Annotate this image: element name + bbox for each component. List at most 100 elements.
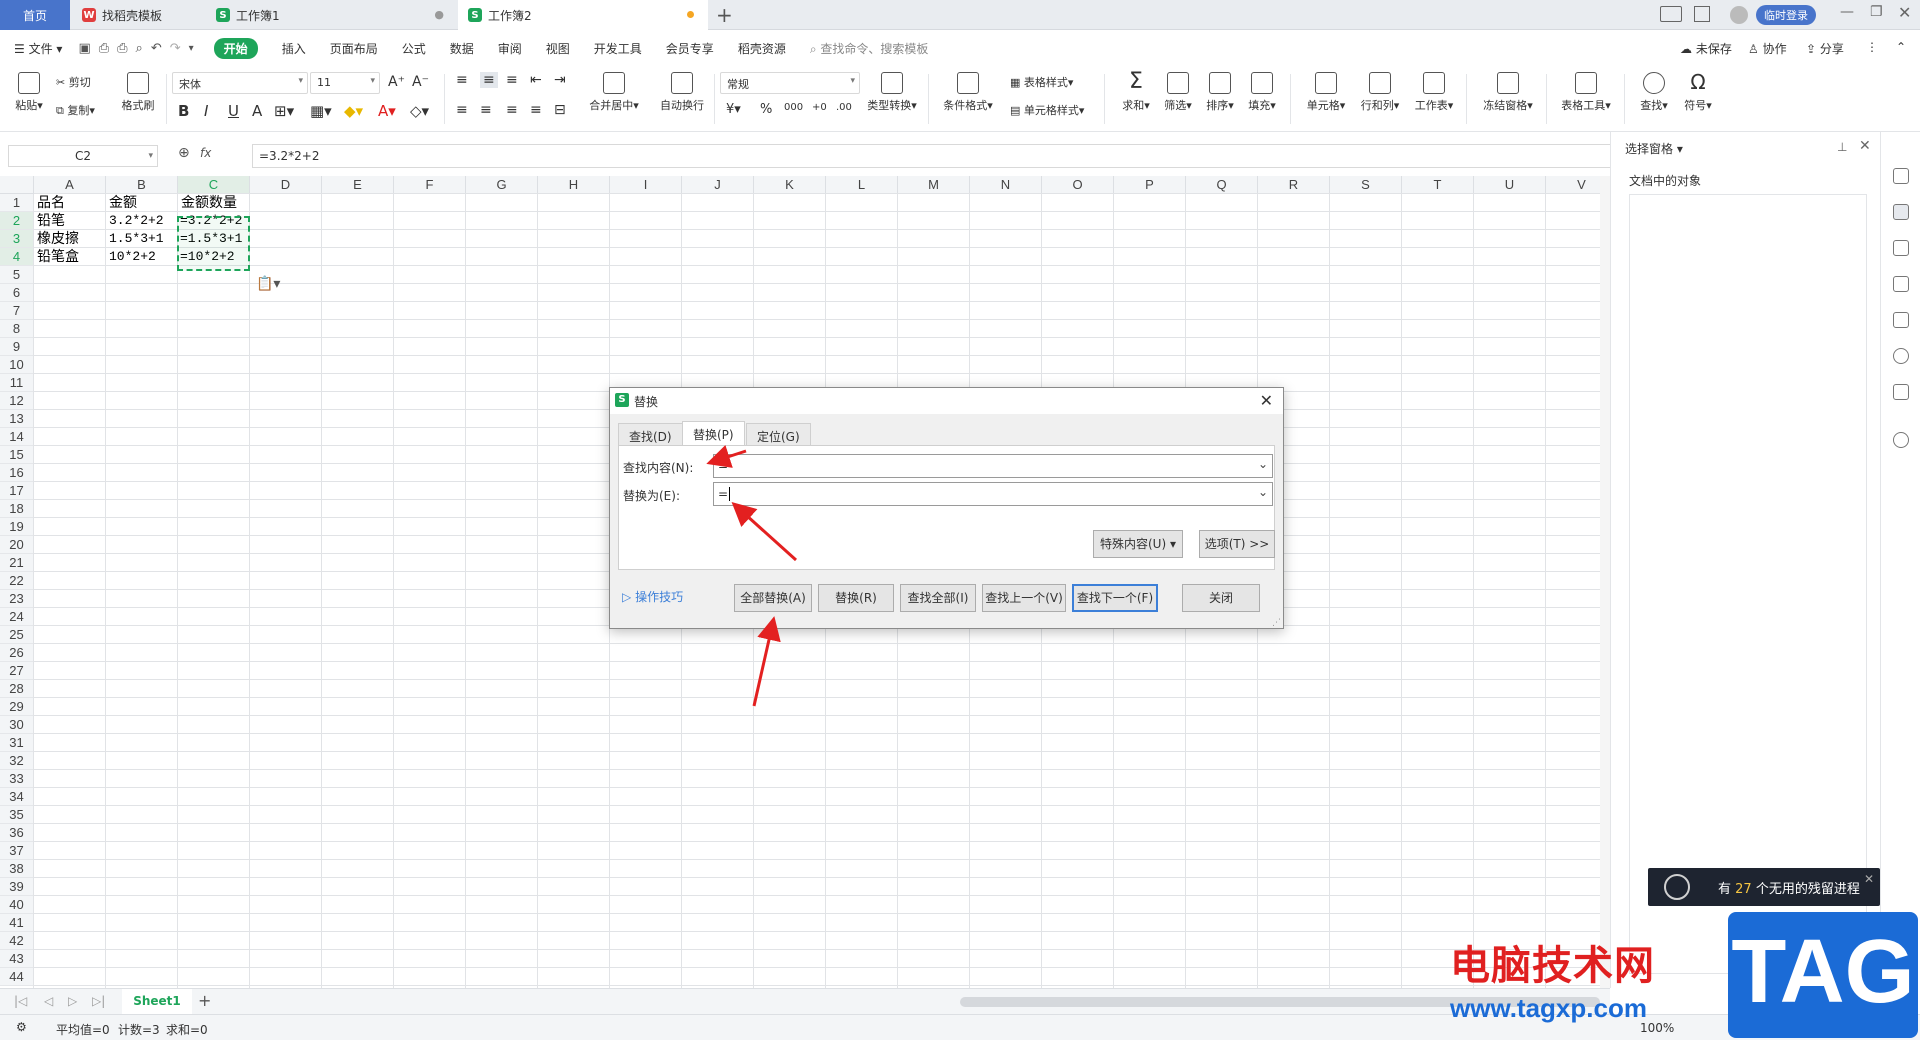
collapse-ribbon-icon[interactable]: ⌃ (1896, 40, 1906, 54)
freeze-panes-button[interactable]: 冻结窗格▾ (1480, 72, 1536, 113)
conditional-format-button[interactable]: 条件格式▾ (940, 72, 996, 113)
find-button[interactable]: 查找▾ (1636, 72, 1672, 113)
close-icon[interactable]: ✕ (1864, 872, 1874, 886)
selection-pane-title[interactable]: 选择窗格 ▾ (1625, 140, 1683, 157)
italic-icon[interactable]: I (204, 102, 208, 120)
redo-icon[interactable]: ↷ (170, 41, 181, 56)
paste-options-icon[interactable]: 📋▾ (256, 276, 280, 292)
distributed-icon[interactable]: ⊟ (554, 102, 566, 118)
column-header[interactable]: C (178, 176, 250, 194)
font-color-icon[interactable]: A▾ (378, 102, 396, 120)
last-sheet-icon[interactable]: ▷| (92, 994, 105, 1008)
column-header[interactable]: M (898, 176, 970, 194)
column-header[interactable]: I (610, 176, 682, 194)
align-top-icon[interactable]: ≡ (456, 72, 468, 88)
tab-workbook2[interactable]: S 工作簿2 (458, 0, 708, 30)
type-convert-button[interactable]: 类型转换▾ (864, 72, 920, 113)
row-header[interactable]: 14 (0, 428, 34, 446)
cell-a4[interactable]: 铅笔盒 (34, 248, 79, 266)
minimize-icon[interactable]: — (1840, 4, 1854, 20)
row-header[interactable]: 4 (0, 248, 34, 266)
row-header[interactable]: 6 (0, 284, 34, 302)
merge-center-button[interactable]: 合并居中▾ (586, 72, 642, 113)
row-header[interactable]: 25 (0, 626, 34, 644)
menu-data[interactable]: 数据 (450, 40, 474, 57)
decrease-decimal-icon[interactable]: .00 (836, 102, 852, 113)
format-painter-button[interactable]: 格式刷 (118, 72, 158, 113)
column-header[interactable]: E (322, 176, 394, 194)
sheet-tab-sheet1[interactable]: Sheet1 (122, 989, 192, 1014)
objects-list[interactable] (1629, 194, 1867, 974)
row-header[interactable]: 38 (0, 860, 34, 878)
percent-icon[interactable]: % (760, 102, 772, 117)
row-header[interactable]: 15 (0, 446, 34, 464)
paste-button[interactable]: 粘贴▾ (12, 72, 46, 113)
vertical-scrollbar[interactable] (1600, 176, 1610, 988)
column-header[interactable]: F (394, 176, 466, 194)
unsaved-status[interactable]: ☁ 未保存 (1680, 40, 1732, 57)
row-header[interactable]: 3 (0, 230, 34, 248)
quick-access-dropdown-icon[interactable]: ▾ (189, 43, 194, 54)
column-header[interactable]: H (538, 176, 610, 194)
new-tab-icon[interactable]: + (716, 3, 733, 27)
cell-a1[interactable]: 品名 (34, 194, 65, 212)
properties-icon[interactable] (1893, 168, 1909, 184)
formula-input[interactable]: =3.2*2+2 (252, 144, 1612, 168)
font-family-select[interactable]: 宋体 (172, 72, 308, 94)
column-header[interactable]: G (466, 176, 538, 194)
align-left-icon[interactable]: ≡ (456, 102, 468, 118)
row-header[interactable]: 39 (0, 878, 34, 896)
row-header[interactable]: 11 (0, 374, 34, 392)
increase-font-icon[interactable]: A⁺ (388, 74, 405, 90)
align-right-icon[interactable]: ≡ (506, 102, 518, 118)
restore-icon[interactable]: ❐ (1870, 4, 1883, 20)
number-format-select[interactable]: 常规 (720, 72, 860, 94)
wrap-text-button[interactable]: 自动换行 (654, 72, 710, 113)
row-header[interactable]: 28 (0, 680, 34, 698)
cell-c1[interactable]: 金额数量 (178, 194, 237, 212)
fill-pattern-icon[interactable]: ▦▾ (310, 102, 332, 120)
table-tools-button[interactable]: 表格工具▾ (1558, 72, 1614, 113)
table-style-button[interactable]: ▦ 表格样式▾ (1010, 74, 1073, 90)
sort-button[interactable]: 排序▾ (1202, 72, 1238, 113)
menu-page-layout[interactable]: 页面布局 (330, 40, 378, 57)
symbol-button[interactable]: Ω 符号▾ (1680, 72, 1716, 113)
next-sheet-icon[interactable]: ▷ (68, 994, 77, 1008)
zoom-search-icon[interactable]: ⊕ (178, 145, 190, 161)
tab-find[interactable]: 查找(D) (618, 423, 683, 445)
row-col-button[interactable]: 行和列▾ (1358, 72, 1402, 113)
find-input[interactable]: = ⌄ (713, 454, 1273, 478)
column-header[interactable]: N (970, 176, 1042, 194)
underline-icon[interactable]: U (228, 102, 239, 120)
close-icon[interactable]: ✕ (1260, 391, 1273, 410)
tab-replace[interactable]: 替换(P) (682, 421, 745, 446)
undo-icon[interactable]: ↶ (151, 41, 162, 56)
align-bottom-icon[interactable]: ≡ (506, 72, 518, 88)
row-header[interactable]: 22 (0, 572, 34, 590)
row-header[interactable]: 2 (0, 212, 34, 230)
row-header[interactable]: 37 (0, 842, 34, 860)
prev-sheet-icon[interactable]: ◁ (44, 994, 53, 1008)
close-pane-icon[interactable]: ✕ (1859, 138, 1871, 154)
replace-input[interactable]: = ⌄ (713, 482, 1273, 506)
login-button[interactable]: 临时登录 (1756, 5, 1816, 25)
row-header[interactable]: 29 (0, 698, 34, 716)
book-icon[interactable] (1893, 384, 1909, 400)
increase-indent-icon[interactable]: ⇥ (554, 72, 566, 88)
fill-button[interactable]: 填充▾ (1244, 72, 1280, 113)
sum-button[interactable]: Σ 求和▾ (1118, 71, 1154, 113)
column-header[interactable]: Q (1186, 176, 1258, 194)
row-header[interactable]: 35 (0, 806, 34, 824)
pin-icon[interactable]: ⊥ (1837, 140, 1847, 154)
close-window-icon[interactable]: ✕ (1898, 3, 1911, 22)
print-icon[interactable]: ⎙ (117, 41, 127, 56)
row-header[interactable]: 33 (0, 770, 34, 788)
justify-icon[interactable]: ≡ (530, 102, 542, 118)
save-icon[interactable]: ▣ (78, 41, 90, 56)
column-header[interactable]: V (1546, 176, 1600, 194)
process-toast[interactable]: 有 27 个无用的残留进程 ✕ (1648, 868, 1880, 906)
row-header[interactable]: 41 (0, 914, 34, 932)
row-header[interactable]: 36 (0, 824, 34, 842)
cell-a2[interactable]: 铅笔 (34, 212, 65, 230)
row-header[interactable]: 21 (0, 554, 34, 572)
